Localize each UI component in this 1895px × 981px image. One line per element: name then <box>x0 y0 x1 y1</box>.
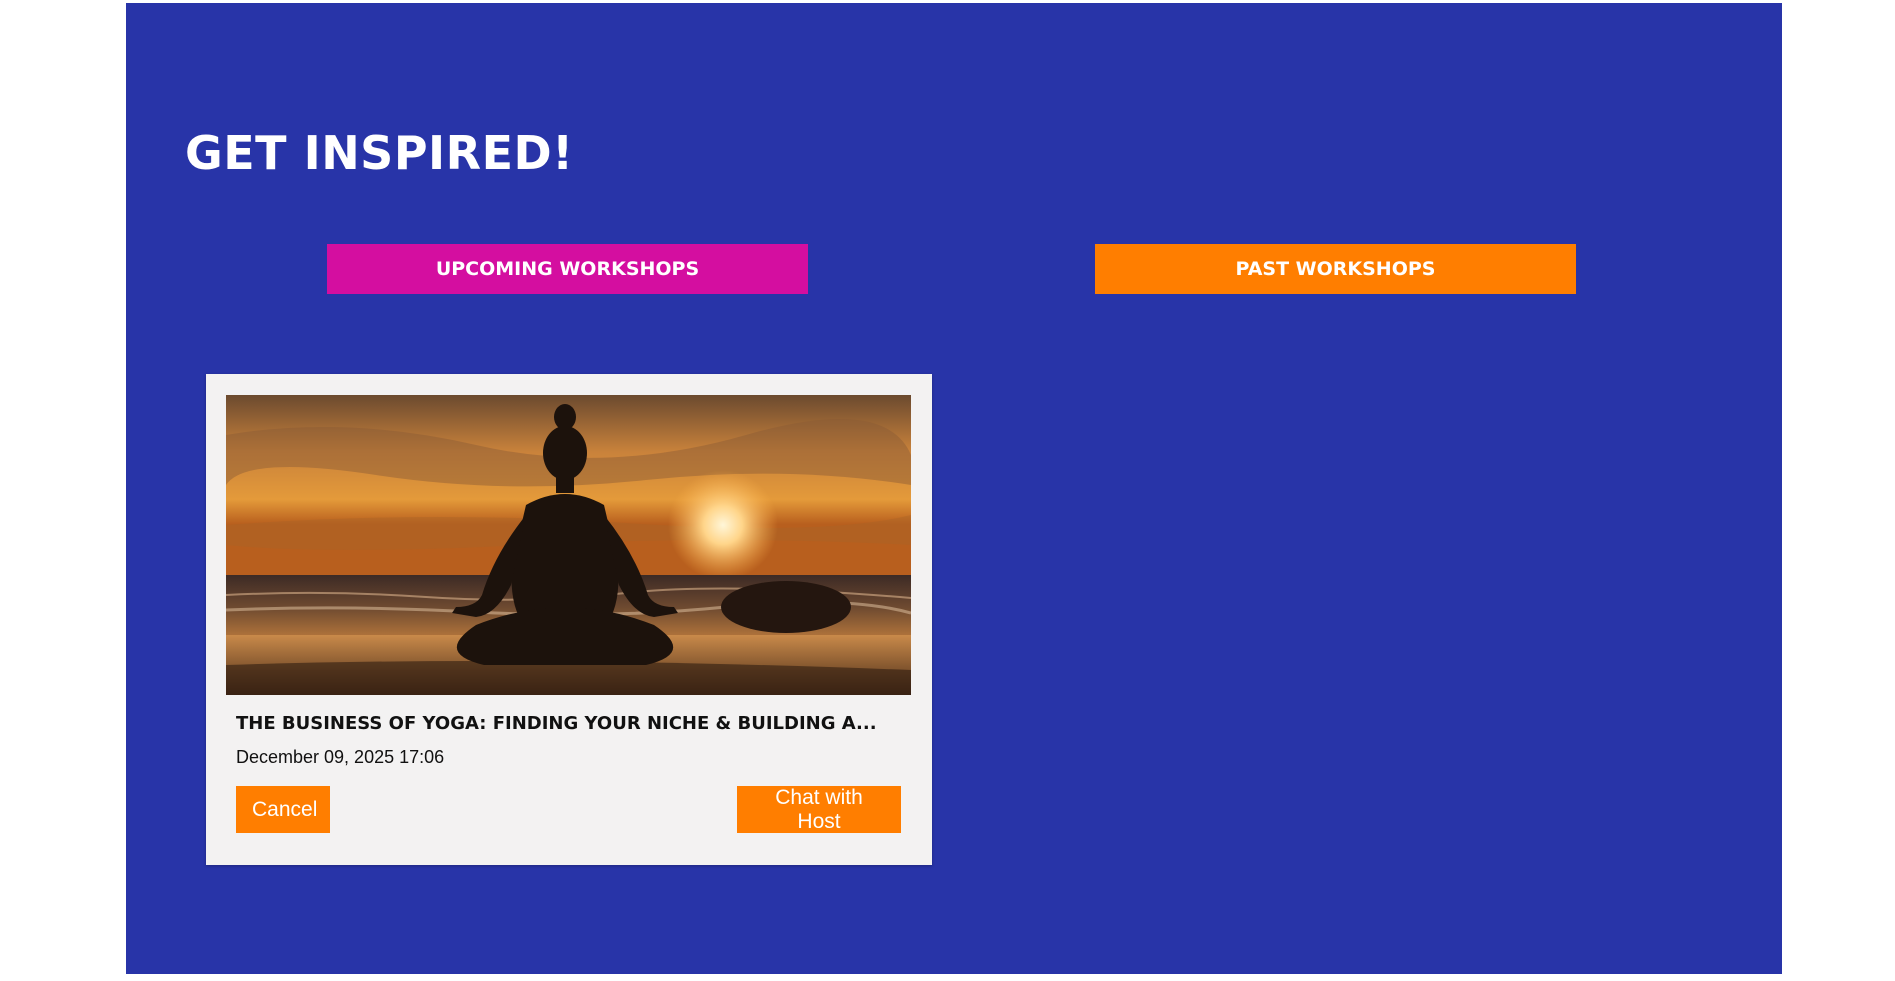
workshop-datetime: December 09, 2025 17:06 <box>236 747 445 767</box>
workshop-title[interactable]: THE BUSINESS OF YOGA: FINDING YOUR NICHE… <box>236 709 906 739</box>
workshop-card: THE BUSINESS OF YOGA: FINDING YOUR NICHE… <box>206 374 932 865</box>
tab-past-workshops[interactable]: PAST WORKSHOPS <box>1095 244 1576 294</box>
main-panel: GET INSPIRED! UPCOMING WORKSHOPS PAST WO… <box>126 3 1782 974</box>
yoga-sunset-image <box>226 395 911 695</box>
tab-upcoming-workshops[interactable]: UPCOMING WORKSHOPS <box>327 244 808 294</box>
page-title: GET INSPIRED! <box>185 126 574 180</box>
chat-with-host-button[interactable]: Chat with Host <box>737 786 901 833</box>
cancel-button[interactable]: Cancel <box>236 786 330 833</box>
workshop-image[interactable] <box>226 395 911 695</box>
